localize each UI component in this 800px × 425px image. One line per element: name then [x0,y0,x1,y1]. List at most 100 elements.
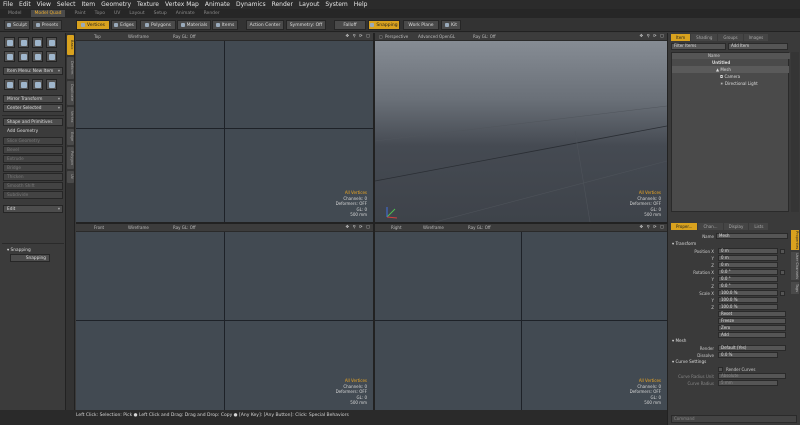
viewport-menu-icon[interactable]: ▢ [379,34,383,39]
command-input[interactable]: Command [671,415,797,423]
curve-settings-header[interactable]: ▾ Curve Settings [672,359,706,364]
pen-icon[interactable] [32,51,43,62]
viewport-mode[interactable]: Wireframe [423,225,444,230]
menu-texture[interactable]: Texture [137,1,159,8]
viewport-top[interactable]: Top Wireframe Ray GL: Off ✥ ⚲ ⟳ ▢ All Ve… [76,33,373,222]
tool-slice-geometry[interactable]: Slice Geometry [3,137,63,145]
falloff-button[interactable]: Falloff [334,20,366,30]
position-z-field[interactable]: 0 m [718,262,778,268]
layout-tab-animate[interactable]: Animate [176,11,195,16]
items-button[interactable]: Items [212,20,238,30]
rotate-icon[interactable] [18,79,29,90]
torus-icon[interactable] [18,51,29,62]
tool-smooth-shift[interactable]: Smooth Shift [3,182,63,190]
viewport-right[interactable]: Right Wireframe Ray GL: Off ✥ ⚲ ⟳ ▢ All … [375,224,667,410]
list-item-light[interactable]: ☀ Directional Light [672,80,789,87]
tab-item[interactable]: Item [671,34,691,41]
side-tab-user-channels[interactable]: User Channels [791,252,799,280]
tab-images[interactable]: Images [743,34,769,41]
layout-tab-paint[interactable]: Paint [74,11,85,16]
position-x-field[interactable]: 0 m [718,248,778,254]
item-list-scrollbar[interactable] [791,52,799,212]
name-field[interactable]: Mesh [716,233,788,239]
materials-button[interactable]: Materials [177,20,211,30]
scale-x-field[interactable]: 100.0 % [718,290,778,296]
tool-bevel[interactable]: Bevel [3,146,63,154]
list-item-camera[interactable]: ◘ Camera [672,73,789,80]
menu-help[interactable]: Help [354,1,368,8]
tab-edge[interactable]: Edge [67,129,74,145]
tab-properties[interactable]: Proper... [671,223,698,230]
capsule-icon[interactable] [4,51,15,62]
tool-extrude[interactable]: Extrude [3,155,63,163]
snapping-toggle[interactable]: Snapping [10,254,50,262]
transform-header[interactable]: ▾ Transform [672,241,696,246]
viewport-perspective[interactable]: ▢ Perspective Advanced OpenGL Ray GL: Of… [375,33,667,222]
viewport-name[interactable]: Front [94,225,104,230]
vertices-button[interactable]: Vertices [76,20,110,30]
tab-uv[interactable]: UV [67,171,74,183]
viewport-controls[interactable]: ✥ ⚲ ⟳ ▢ [345,34,371,39]
tool-thicken[interactable]: Thicken [3,173,63,181]
shape-primitives-button[interactable]: Shape and Primitives [3,118,63,126]
edges-button[interactable]: Edges [111,20,137,30]
kit-button[interactable]: Kit [441,20,461,30]
tab-shading[interactable]: Shading [691,34,718,41]
tool-subdivide[interactable]: Subdivide [3,191,63,199]
move-icon[interactable] [4,79,15,90]
presets-button[interactable]: Presets [32,20,62,30]
tab-basic[interactable]: Basic [67,35,74,55]
layout-tab-uv[interactable]: UV [114,11,120,16]
curve-radius-unit-dropdown[interactable]: Absolute [718,373,786,379]
rotation-y-field[interactable]: 0.0 ° [718,276,778,282]
menu-item[interactable]: Item [81,1,95,8]
tab-channels[interactable]: Chan... [698,223,723,230]
mesh-header[interactable]: ▾ Mesh [672,338,686,343]
snapping-button[interactable]: Snapping [368,20,400,30]
viewport-render[interactable]: Ray GL: Off [173,34,196,39]
sphere-icon[interactable] [18,37,29,48]
menu-render[interactable]: Render [272,1,293,8]
viewport-front[interactable]: Front Wireframe Ray GL: Off ✥ ⚲ ⟳ ▢ All … [76,224,373,410]
center-selected-dropdown[interactable]: Center Selected ▾ [3,104,63,112]
viewport-name[interactable]: Perspective [385,34,408,39]
viewport-mode[interactable]: Advanced OpenGL [418,34,455,39]
render-dropdown[interactable]: Default (Yes) [718,345,786,351]
menu-file[interactable]: File [3,1,13,8]
menu-view[interactable]: View [37,1,51,8]
scale-z-field[interactable]: 100.0 % [718,304,778,310]
polygons-button[interactable]: Polygons [140,20,176,30]
viewport-controls[interactable]: ✥ ⚲ ⟳ ▢ [639,34,665,39]
side-tab-properties[interactable]: Properties [791,230,799,250]
tab-polygon[interactable]: Polygon [67,147,74,169]
dissolve-field[interactable]: 0.0 % [718,352,778,358]
list-item-mesh[interactable]: ▲ Mesh [672,66,789,73]
viewport-mode[interactable]: Wireframe [128,34,149,39]
add-dropdown[interactable]: Add [718,332,786,338]
render-curves-checkbox[interactable] [718,367,723,372]
layout-tab-layout[interactable]: Layout [129,11,144,16]
add-item-dropdown[interactable]: Add Item [728,43,788,50]
zero-dropdown[interactable]: Zero [718,325,786,331]
viewport-name[interactable]: Right [391,225,402,230]
curve-icon[interactable] [46,51,57,62]
menu-edit[interactable]: Edit [19,1,31,8]
tool-bridge[interactable]: Bridge [3,164,63,172]
curve-radius-field[interactable]: 5 mm [718,380,778,386]
cone-icon[interactable] [46,37,57,48]
keyframe-toggle[interactable] [780,249,785,254]
keyframe-toggle[interactable] [780,270,785,275]
viewport-controls[interactable]: ✥ ⚲ ⟳ ▢ [639,225,665,230]
viewport-render[interactable]: Ray GL: Off [173,225,196,230]
tab-duplicate[interactable]: Duplicate [67,81,74,105]
viewport-controls[interactable]: ✥ ⚲ ⟳ ▢ [345,225,371,230]
position-y-field[interactable]: 0 m [718,255,778,261]
tab-vertex[interactable]: Vertex [67,107,74,127]
viewport-name[interactable]: Top [94,34,101,39]
menu-dynamics[interactable]: Dynamics [236,1,266,8]
sculpt-button[interactable]: Sculpt [4,20,30,30]
tab-deform[interactable]: Deform [67,57,74,79]
layout-tab-render[interactable]: Render [204,11,220,16]
tab-lists[interactable]: Lists [749,223,769,230]
layout-tab-topo[interactable]: Topo [95,11,105,16]
